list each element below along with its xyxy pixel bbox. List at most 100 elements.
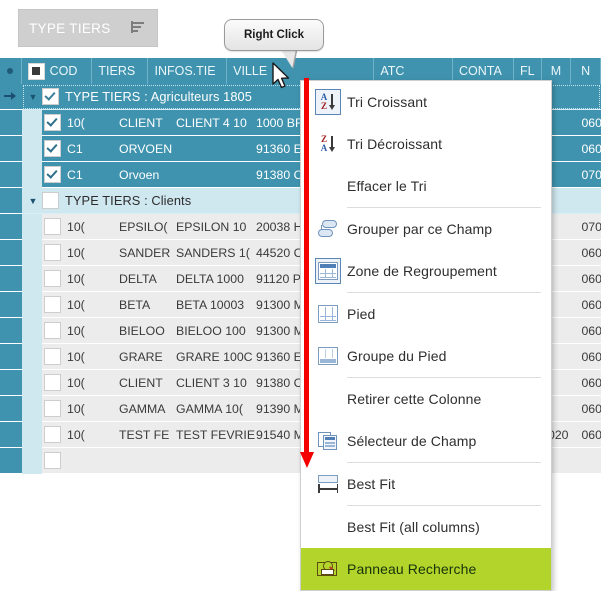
column-header-n[interactable]: N: [571, 58, 601, 84]
mouse-cursor-icon: [271, 62, 293, 92]
row-indicator-cell[interactable]: [0, 344, 22, 370]
row-checkbox[interactable]: [44, 426, 61, 443]
table-cell-code: 10(: [67, 402, 119, 416]
row-checkbox[interactable]: [44, 140, 61, 157]
menu-item-label: Best Fit: [347, 476, 395, 492]
row-indicator-cell[interactable]: [0, 422, 22, 448]
menu-item-label: Retirer cette Colonne: [347, 391, 481, 407]
row-indent-gutter: [22, 292, 42, 318]
row-indicator-cell[interactable]: [0, 136, 22, 162]
row-checkbox[interactable]: [44, 374, 61, 391]
menu-item-label: Sélecteur de Champ: [347, 433, 476, 449]
column-header-tiers[interactable]: TIERS: [92, 58, 148, 84]
table-cell-infos: SANDERS 1(: [176, 246, 256, 260]
sort-ascending-az-icon: AZ: [309, 81, 347, 123]
table-cell-m1: 060: [576, 402, 601, 416]
table-cell-m1: 060: [576, 350, 601, 364]
row-checkbox[interactable]: [44, 348, 61, 365]
right-click-callout: Right Click: [224, 19, 324, 51]
chevron-down-icon[interactable]: ▼: [26, 196, 40, 206]
table-cell-m1: 060: [576, 324, 601, 338]
row-indent-gutter: [22, 110, 42, 136]
table-cell-code: 10(: [67, 246, 119, 260]
column-header-label: INFOS.TIE: [154, 64, 215, 78]
row-checkbox[interactable]: [44, 270, 61, 287]
field-chooser-icon: [309, 420, 347, 462]
column-header-label: CONTA: [459, 64, 502, 78]
row-indent-gutter: [22, 344, 42, 370]
row-checkbox[interactable]: [44, 218, 61, 235]
table-cell-m1: 070: [576, 168, 601, 182]
group-checkbox[interactable]: [42, 192, 59, 209]
group-chip-label: TYPE TIERS: [29, 21, 131, 36]
row-checkbox[interactable]: [44, 400, 61, 417]
row-indent-gutter: [22, 396, 42, 422]
row-indicator-cell[interactable]: [0, 292, 22, 318]
row-indicator-cell[interactable]: [0, 110, 22, 136]
menu-item-effacer-le-tri[interactable]: Effacer le Tri: [301, 165, 551, 207]
row-indicator-cell[interactable]: [0, 214, 22, 240]
menu-item-best-fit-all-columns[interactable]: Best Fit (all columns): [301, 506, 551, 548]
column-context-menu[interactable]: AZTri CroissantZATri DécroissantEffacer …: [300, 80, 552, 591]
column-header-label: N: [581, 64, 590, 78]
column-header-code[interactable]: COD: [22, 58, 93, 84]
menu-item-pied[interactable]: Pied: [301, 293, 551, 335]
row-checkbox[interactable]: [44, 166, 61, 183]
menu-icon-placeholder: [309, 506, 347, 548]
menu-icon-placeholder: [309, 165, 347, 207]
row-indicator-cell[interactable]: [0, 84, 22, 110]
menu-item-best-fit[interactable]: Best Fit: [301, 463, 551, 505]
table-cell-infos: BIELOO 100: [176, 324, 256, 338]
row-indent-gutter: [22, 214, 42, 240]
table-cell-code: 10(: [67, 116, 119, 130]
table-cell-tiers: TEST FE: [119, 428, 176, 442]
current-row-arrow-icon: [4, 92, 17, 101]
menu-item-s-lecteur-de-champ[interactable]: Sélecteur de Champ: [301, 420, 551, 462]
table-cell-infos: GAMMA 10(: [176, 402, 256, 416]
menu-item-label: Pied: [347, 306, 375, 322]
row-indicator-cell[interactable]: [0, 240, 22, 266]
table-cell-infos: CLIENT 3 10: [176, 376, 256, 390]
menu-item-retirer-cette-colonne[interactable]: Retirer cette Colonne: [301, 378, 551, 420]
column-header-label: FL: [520, 64, 535, 78]
menu-item-label: Grouper par ce Champ: [347, 221, 492, 237]
table-cell-tiers: SANDER: [119, 246, 176, 260]
table-cell-infos: DELTA 1000: [176, 272, 256, 286]
menu-item-tri-d-croissant[interactable]: ZATri Décroissant: [301, 123, 551, 165]
chevron-down-icon[interactable]: ▼: [26, 92, 40, 102]
table-cell-infos: BETA 10003: [176, 298, 256, 312]
row-checkbox[interactable]: [44, 296, 61, 313]
row-indicator-cell[interactable]: [0, 188, 22, 214]
menu-item-panneau-recherche[interactable]: Panneau Recherche: [301, 548, 551, 590]
row-indicator-cell[interactable]: [0, 266, 22, 292]
search-panel-icon: [309, 548, 347, 590]
table-cell-code: 10(: [67, 376, 119, 390]
group-row-label: TYPE TIERS : Agriculteurs 1805: [65, 89, 252, 104]
sort-descending-za-icon: ZA: [309, 123, 347, 165]
table-cell-tiers: CLIENT: [119, 376, 176, 390]
menu-item-zone-de-regroupement[interactable]: Zone de Regroupement: [301, 250, 551, 292]
row-indicator-cell[interactable]: [0, 396, 22, 422]
group-checkbox[interactable]: [42, 88, 59, 105]
row-indicator-cell[interactable]: [0, 448, 22, 474]
group-by-field-icon: [309, 208, 347, 250]
table-cell-fl: 020: [548, 428, 576, 442]
row-indicator-cell[interactable]: [0, 318, 22, 344]
menu-item-grouper-par-ce-champ[interactable]: Grouper par ce Champ: [301, 208, 551, 250]
column-header-infos-tie[interactable]: INFOS.TIE: [148, 58, 227, 84]
table-cell-code: 10(: [67, 350, 119, 364]
menu-item-tri-croissant[interactable]: AZTri Croissant: [301, 81, 551, 123]
row-checkbox[interactable]: [44, 452, 61, 469]
row-checkbox[interactable]: [44, 244, 61, 261]
row-indicator-cell[interactable]: [0, 370, 22, 396]
group-chip-type-tiers[interactable]: TYPE TIERS: [18, 9, 158, 47]
row-indent-gutter: [22, 136, 42, 162]
group-row-label: TYPE TIERS : Clients: [65, 193, 191, 208]
group-panel-icon: [309, 250, 347, 292]
row-indicator-cell[interactable]: [0, 162, 22, 188]
menu-item-groupe-du-pied[interactable]: Groupe du Pied: [301, 335, 551, 377]
row-checkbox[interactable]: [44, 114, 61, 131]
menu-item-label: Best Fit (all columns): [347, 519, 480, 535]
select-all-checkbox[interactable]: [28, 63, 45, 80]
row-checkbox[interactable]: [44, 322, 61, 339]
